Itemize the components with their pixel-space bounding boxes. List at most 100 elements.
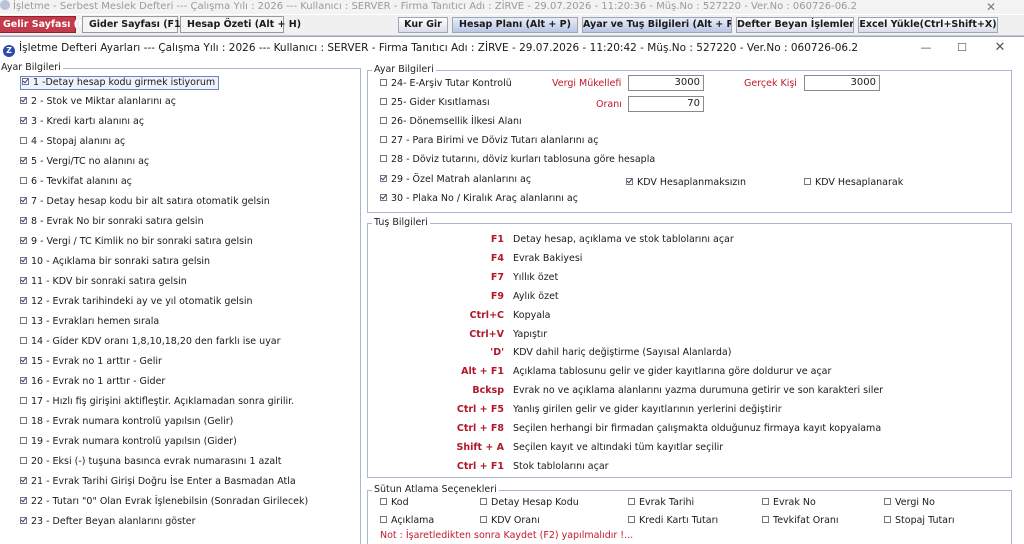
checkbox-box[interactable]: [20, 217, 27, 224]
right-setting-27[interactable]: 27 - Para Birimi ve Döviz Tutarı alanlar…: [380, 135, 598, 147]
minimize-icon[interactable]: —: [911, 37, 941, 59]
tab-gelir-sayfasi[interactable]: Gelir Sayfası (F10): [0, 16, 102, 33]
checkbox-box[interactable]: [20, 257, 27, 264]
sutun-atlama-option[interactable]: Stopaj Tutarı: [884, 515, 955, 527]
checkbox-box[interactable]: [762, 498, 769, 505]
checkbox-box[interactable]: [20, 157, 27, 164]
left-setting-22[interactable]: 22 - Tutarı "0" Olan Evrak İşlenebilsin …: [20, 496, 308, 508]
checkbox-box[interactable]: [20, 237, 27, 244]
checkbox-box[interactable]: [380, 155, 387, 163]
sutun-atlama-option[interactable]: Tevkifat Oranı: [762, 515, 839, 527]
checkbox-box[interactable]: [20, 417, 27, 424]
left-setting-8[interactable]: 8 - Evrak No bir sonraki satıra gelsin: [20, 216, 204, 228]
checkbox-box[interactable]: [380, 174, 387, 182]
left-setting-3[interactable]: 3 - Kredi kartı alanını aç: [20, 116, 144, 128]
checkbox-box[interactable]: [628, 498, 635, 505]
right-setting-25[interactable]: 25- Gider Kısıtlaması: [380, 97, 490, 109]
checkbox-box[interactable]: [20, 297, 27, 304]
checkbox-box[interactable]: [884, 516, 891, 523]
checkbox-box[interactable]: [20, 437, 27, 444]
left-setting-10[interactable]: 10 - Açıklama bir sonraki satıra gelsin: [20, 256, 210, 268]
sutun-atlama-option[interactable]: Kod: [380, 497, 409, 509]
checkbox-box[interactable]: [20, 177, 27, 184]
sutun-atlama-option[interactable]: Kredi Kartı Tutarı: [628, 515, 718, 527]
left-setting-14[interactable]: 14 - Gider KDV oranı 1,8,10,18,20 den fa…: [20, 336, 281, 348]
left-setting-11[interactable]: 11 - KDV bir sonraki satıra gelsin: [20, 276, 187, 288]
ayar-tus-bilgileri-button[interactable]: Ayar ve Tuş Bilgileri (Alt + R): [582, 17, 732, 33]
left-setting-9[interactable]: 9 - Vergi / TC Kimlik no bir sonraki sat…: [20, 236, 253, 248]
left-setting-15[interactable]: 15 - Evrak no 1 arttır - Gelir: [20, 356, 162, 368]
hesap-plani-button[interactable]: Hesap Planı (Alt + P): [452, 17, 578, 33]
left-setting-21[interactable]: 21 - Evrak Tarihi Girişi Doğru İse Enter…: [20, 476, 296, 488]
tab-hesap-ozeti[interactable]: Hesap Özeti (Alt + H): [180, 16, 301, 33]
checkbox-box[interactable]: [20, 397, 27, 404]
checkbox-box[interactable]: [380, 516, 387, 523]
checkbox-box[interactable]: [804, 178, 811, 185]
checkbox-box[interactable]: [626, 178, 633, 185]
left-setting-1[interactable]: 1 -Detay hesap kodu girmek istiyorum: [20, 76, 220, 90]
checkbox-box[interactable]: [22, 78, 29, 85]
checkbox-box[interactable]: [380, 98, 387, 106]
right-setting-29[interactable]: 29 - Özel Matrah alanlarını aç: [380, 174, 531, 186]
tab-gider-sayfasi[interactable]: Gider Sayfası (F10): [82, 16, 192, 33]
right-setting-28[interactable]: 28 - Döviz tutarını, döviz kurları tablo…: [380, 154, 655, 166]
sutun-atlama-option[interactable]: Açıklama: [380, 515, 434, 527]
checkbox-box[interactable]: [884, 498, 891, 505]
checkbox-box[interactable]: [380, 193, 387, 201]
checkbox-box[interactable]: [20, 357, 27, 364]
checkbox-box[interactable]: [380, 117, 387, 125]
left-setting-17[interactable]: 17 - Hızlı fiş girişini aktifleştir. Açı…: [20, 396, 294, 408]
checkbox-box[interactable]: [20, 117, 27, 124]
checkbox-box[interactable]: [380, 79, 387, 86]
checkbox-box[interactable]: [20, 277, 27, 284]
left-setting-18[interactable]: 18 - Evrak numara kontrolü yapılsın (Gel…: [20, 416, 233, 428]
left-setting-6[interactable]: 6 - Tevkifat alanını aç: [20, 176, 132, 188]
checkbox-box[interactable]: [20, 97, 27, 104]
left-setting-12[interactable]: 12 - Evrak tarihindeki ay ve yıl otomati…: [20, 296, 253, 308]
checkbox-box[interactable]: [20, 377, 27, 384]
checkbox-box[interactable]: [20, 197, 27, 204]
left-setting-19[interactable]: 19 - Evrak numara kontrolü yapılsın (Gid…: [20, 436, 237, 448]
checkbox-box[interactable]: [762, 516, 769, 523]
sutun-atlama-option[interactable]: Evrak Tarihi: [628, 497, 694, 509]
checkbox-box[interactable]: [20, 517, 27, 524]
background-close-icon[interactable]: ✕: [986, 0, 996, 14]
checkbox-box[interactable]: [20, 337, 27, 344]
right-setting-30[interactable]: 30 - Plaka No / Kiralık Araç alanlarını …: [380, 193, 578, 205]
gercek-kisi-input[interactable]: 3000: [804, 75, 880, 91]
sutun-atlama-option[interactable]: Evrak No: [762, 497, 816, 509]
left-setting-5[interactable]: 5 - Vergi/TC no alanını aç: [20, 156, 149, 168]
left-setting-23[interactable]: 23 - Defter Beyan alanlarını göster: [20, 516, 196, 528]
checkbox-box[interactable]: [20, 477, 27, 484]
orani-input[interactable]: 70: [628, 96, 704, 112]
kur-gir-button[interactable]: Kur Gir: [398, 17, 448, 33]
checkbox-box[interactable]: [20, 317, 27, 324]
left-setting-4[interactable]: 4 - Stopaj alanını aç: [20, 136, 125, 148]
left-setting-16[interactable]: 16 - Evrak no 1 arttır - Gider: [20, 376, 165, 388]
vergi-mukellefi-input[interactable]: 3000: [628, 75, 704, 91]
checkbox-box[interactable]: [380, 136, 387, 144]
sutun-atlama-option[interactable]: KDV Oranı: [480, 515, 540, 527]
checkbox-box[interactable]: [480, 498, 487, 505]
checkbox-box[interactable]: [20, 457, 27, 464]
right-setting-26[interactable]: 26- Dönemsellik İlkesi Alanı: [380, 116, 522, 128]
right-setting-26-label: 26- Dönemsellik İlkesi Alanı: [391, 116, 522, 128]
checkbox-box[interactable]: [20, 137, 27, 144]
maximize-icon[interactable]: ☐: [947, 37, 977, 59]
checkbox-box[interactable]: [480, 516, 487, 523]
checkbox-box[interactable]: [20, 497, 27, 504]
sutun-atlama-option[interactable]: Detay Hesap Kodu: [480, 497, 579, 509]
checkbox-box[interactable]: [628, 516, 635, 523]
right-setting-24[interactable]: 24- E-Arşiv Tutar Kontrolü: [380, 78, 512, 90]
left-setting-7[interactable]: 7 - Detay hesap kodu bir alt satıra otom…: [20, 196, 270, 208]
left-setting-2[interactable]: 2 - Stok ve Miktar alanlarını aç: [20, 96, 176, 108]
left-setting-13[interactable]: 13 - Evrakları hemen sırala: [20, 316, 159, 328]
defter-beyan-button[interactable]: Defter Beyan İşlemleri: [736, 17, 854, 33]
excel-yukle-button[interactable]: Excel Yükle(Ctrl+Shift+X): [858, 17, 998, 33]
kdv-hesaplanarak-checkbox[interactable]: KDV Hesaplanarak: [804, 177, 903, 189]
sutun-atlama-option[interactable]: Vergi No: [884, 497, 935, 509]
kdv-hesaplanmaksizin-checkbox[interactable]: KDV Hesaplanmaksızın: [626, 177, 746, 189]
close-icon[interactable]: ✕: [985, 37, 1015, 59]
left-setting-20[interactable]: 20 - Eksi (-) tuşuna basınca evrak numar…: [20, 456, 282, 468]
checkbox-box[interactable]: [380, 498, 387, 505]
